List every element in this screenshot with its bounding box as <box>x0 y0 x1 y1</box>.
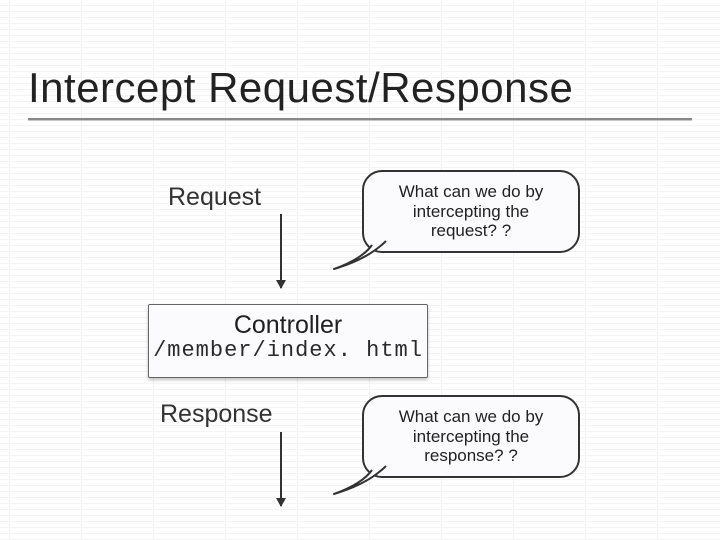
callout-response-text: What can we do by intercepting the respo… <box>399 407 544 465</box>
controller-title: Controller <box>149 311 427 340</box>
page-title: Intercept Request/Response <box>28 64 573 112</box>
controller-path: /member/index. html <box>149 338 427 363</box>
label-request: Request <box>168 183 261 212</box>
callout-response: What can we do by intercepting the respo… <box>362 395 580 478</box>
speech-tail-icon <box>328 464 398 498</box>
controller-box: Controller /member/index. html <box>148 304 428 378</box>
label-response: Response <box>160 400 273 429</box>
arrow-response-down <box>280 432 282 506</box>
speech-tail-icon <box>328 239 398 273</box>
arrow-request-down <box>280 214 282 288</box>
title-divider <box>28 118 692 120</box>
diagram-stage: Intercept Request/Response Request What … <box>0 0 720 540</box>
callout-request-text: What can we do by intercepting the reque… <box>399 182 544 240</box>
callout-request: What can we do by intercepting the reque… <box>362 170 580 253</box>
